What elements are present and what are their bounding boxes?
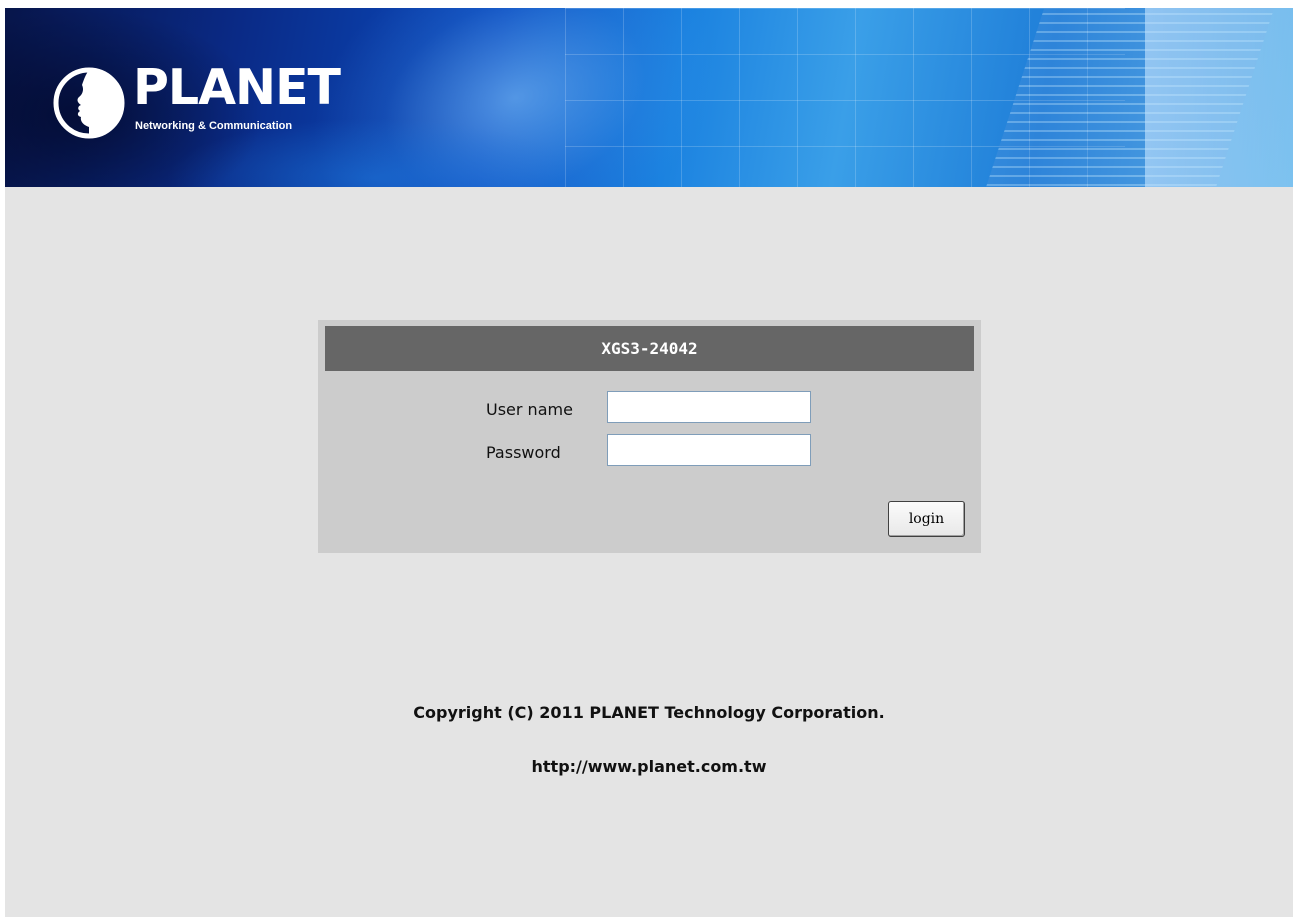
device-model-title: XGS3-24042 xyxy=(325,326,974,371)
header-banner: PLANET Networking & Communication xyxy=(5,8,1293,187)
password-label: Password xyxy=(486,443,561,462)
brand-wordmark: PLANET xyxy=(133,59,341,116)
planet-logo: PLANET Networking & Communication xyxy=(53,59,353,145)
login-panel: XGS3-24042 User name Password login xyxy=(318,320,981,553)
copyright-text: Copyright (C) 2011 PLANET Technology Cor… xyxy=(413,703,885,722)
planet-face-logo-icon xyxy=(53,67,125,139)
username-input[interactable] xyxy=(607,391,811,423)
username-label: User name xyxy=(486,400,573,419)
page-frame: PLANET Networking & Communication XGS3-2… xyxy=(5,8,1293,917)
banner-building-light xyxy=(1145,8,1293,187)
password-input[interactable] xyxy=(607,434,811,466)
login-button[interactable]: login xyxy=(888,501,965,537)
brand-tagline: Networking & Communication xyxy=(135,120,293,132)
website-url: http://www.planet.com.tw xyxy=(531,757,767,776)
